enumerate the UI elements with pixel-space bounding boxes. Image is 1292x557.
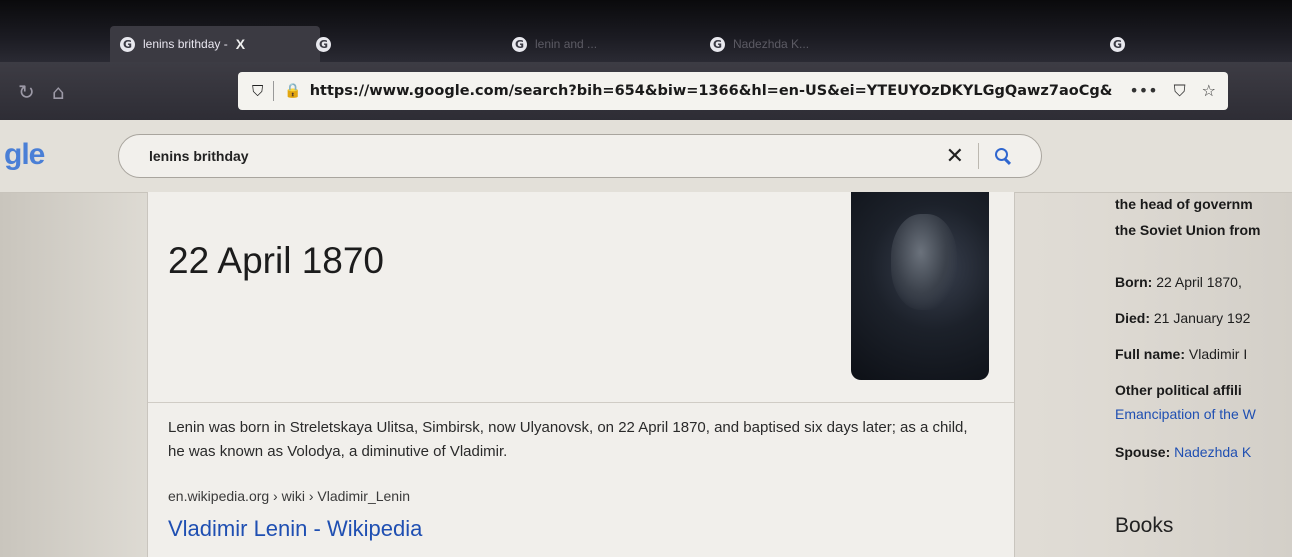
bookmark-star-icon[interactable]: ☆ (1202, 81, 1216, 101)
kp-books-heading: Books (1115, 514, 1174, 537)
lenin-photo[interactable] (851, 192, 989, 380)
search-icon[interactable] (993, 146, 1013, 166)
kp-spouse: Spouse: Nadezhda K (1115, 444, 1252, 460)
tab-label: lenin and ... (535, 37, 598, 51)
kp-affiliation-link[interactable]: Emancipation of the W (1115, 406, 1256, 422)
reload-icon[interactable]: ↻ (18, 80, 35, 104)
kp-died: Died: 21 January 192 (1115, 310, 1251, 326)
search-box: ✕ (118, 134, 1042, 178)
clear-icon[interactable]: ✕ (946, 144, 964, 169)
tab-5[interactable]: G (1100, 26, 1180, 62)
tab-label: Nadezhda K... (733, 37, 810, 51)
google-favicon-icon: G (1110, 36, 1125, 52)
tab-close-icon[interactable]: X (236, 36, 245, 52)
breadcrumb: en.wikipedia.org › wiki › Vladimir_Lenin (168, 488, 410, 504)
shield-icon[interactable]: ⛉ (252, 82, 263, 100)
search-header: gle ✕ (0, 120, 1292, 193)
more-actions-icon[interactable]: ••• (1129, 81, 1157, 101)
result-title-link[interactable]: Vladimir Lenin - Wikipedia (168, 516, 422, 542)
divider (273, 81, 275, 101)
tab-3[interactable]: G lenin and ... (502, 26, 702, 62)
logo-text: gle (4, 138, 45, 171)
google-favicon-icon: G (316, 36, 331, 52)
address-bar[interactable]: ⛉ 🔒 https://www.google.com/search?bih=65… (238, 72, 1228, 110)
kp-spouse-link[interactable]: Nadezhda K (1170, 444, 1251, 460)
tab-label: lenins brithday - (143, 37, 228, 51)
knowledge-panel: the head of governm the Soviet Union fro… (1115, 192, 1292, 557)
kp-description: the Soviet Union from (1115, 222, 1261, 238)
pocket-icon[interactable]: ⛉ (1174, 81, 1186, 101)
kp-full-name: Full name: Vladimir I (1115, 346, 1248, 362)
page-content: gle ✕ 22 April 1870 Lenin was born in St… (0, 120, 1292, 557)
kp-born: Born: 22 April 1870, (1115, 274, 1242, 290)
photo-face (891, 214, 957, 310)
nav-toolbar: ↻ ⌂ ⛉ 🔒 https://www.google.com/search?bi… (0, 62, 1292, 120)
kp-affiliation: Other political affili (1115, 382, 1242, 398)
featured-snippet-card: 22 April 1870 Lenin was born in Strelets… (147, 192, 1015, 557)
snippet-text: Lenin was born in Streletskaya Ulitsa, S… (168, 419, 968, 460)
search-input[interactable] (147, 147, 946, 165)
answer-text: 22 April 1870 (168, 240, 385, 281)
kp-description: the head of governm (1115, 196, 1253, 212)
url-text[interactable]: https://www.google.com/search?bih=654&bi… (310, 83, 1113, 99)
tab-4[interactable]: G Nadezhda K... (700, 26, 900, 62)
divider (978, 143, 979, 169)
google-favicon-icon: G (512, 36, 527, 52)
lock-icon[interactable]: 🔒 (284, 83, 301, 99)
tab-2[interactable]: G (306, 26, 506, 62)
google-favicon-icon: G (120, 36, 135, 52)
tab-lenins-birthday[interactable]: G lenins brithday - X (110, 26, 320, 62)
google-favicon-icon: G (710, 36, 725, 52)
tab-strip: G lenins brithday - X G G lenin and ... … (0, 0, 1292, 62)
home-icon[interactable]: ⌂ (52, 80, 65, 104)
divider (148, 402, 1014, 403)
google-logo[interactable]: gle (4, 138, 45, 172)
